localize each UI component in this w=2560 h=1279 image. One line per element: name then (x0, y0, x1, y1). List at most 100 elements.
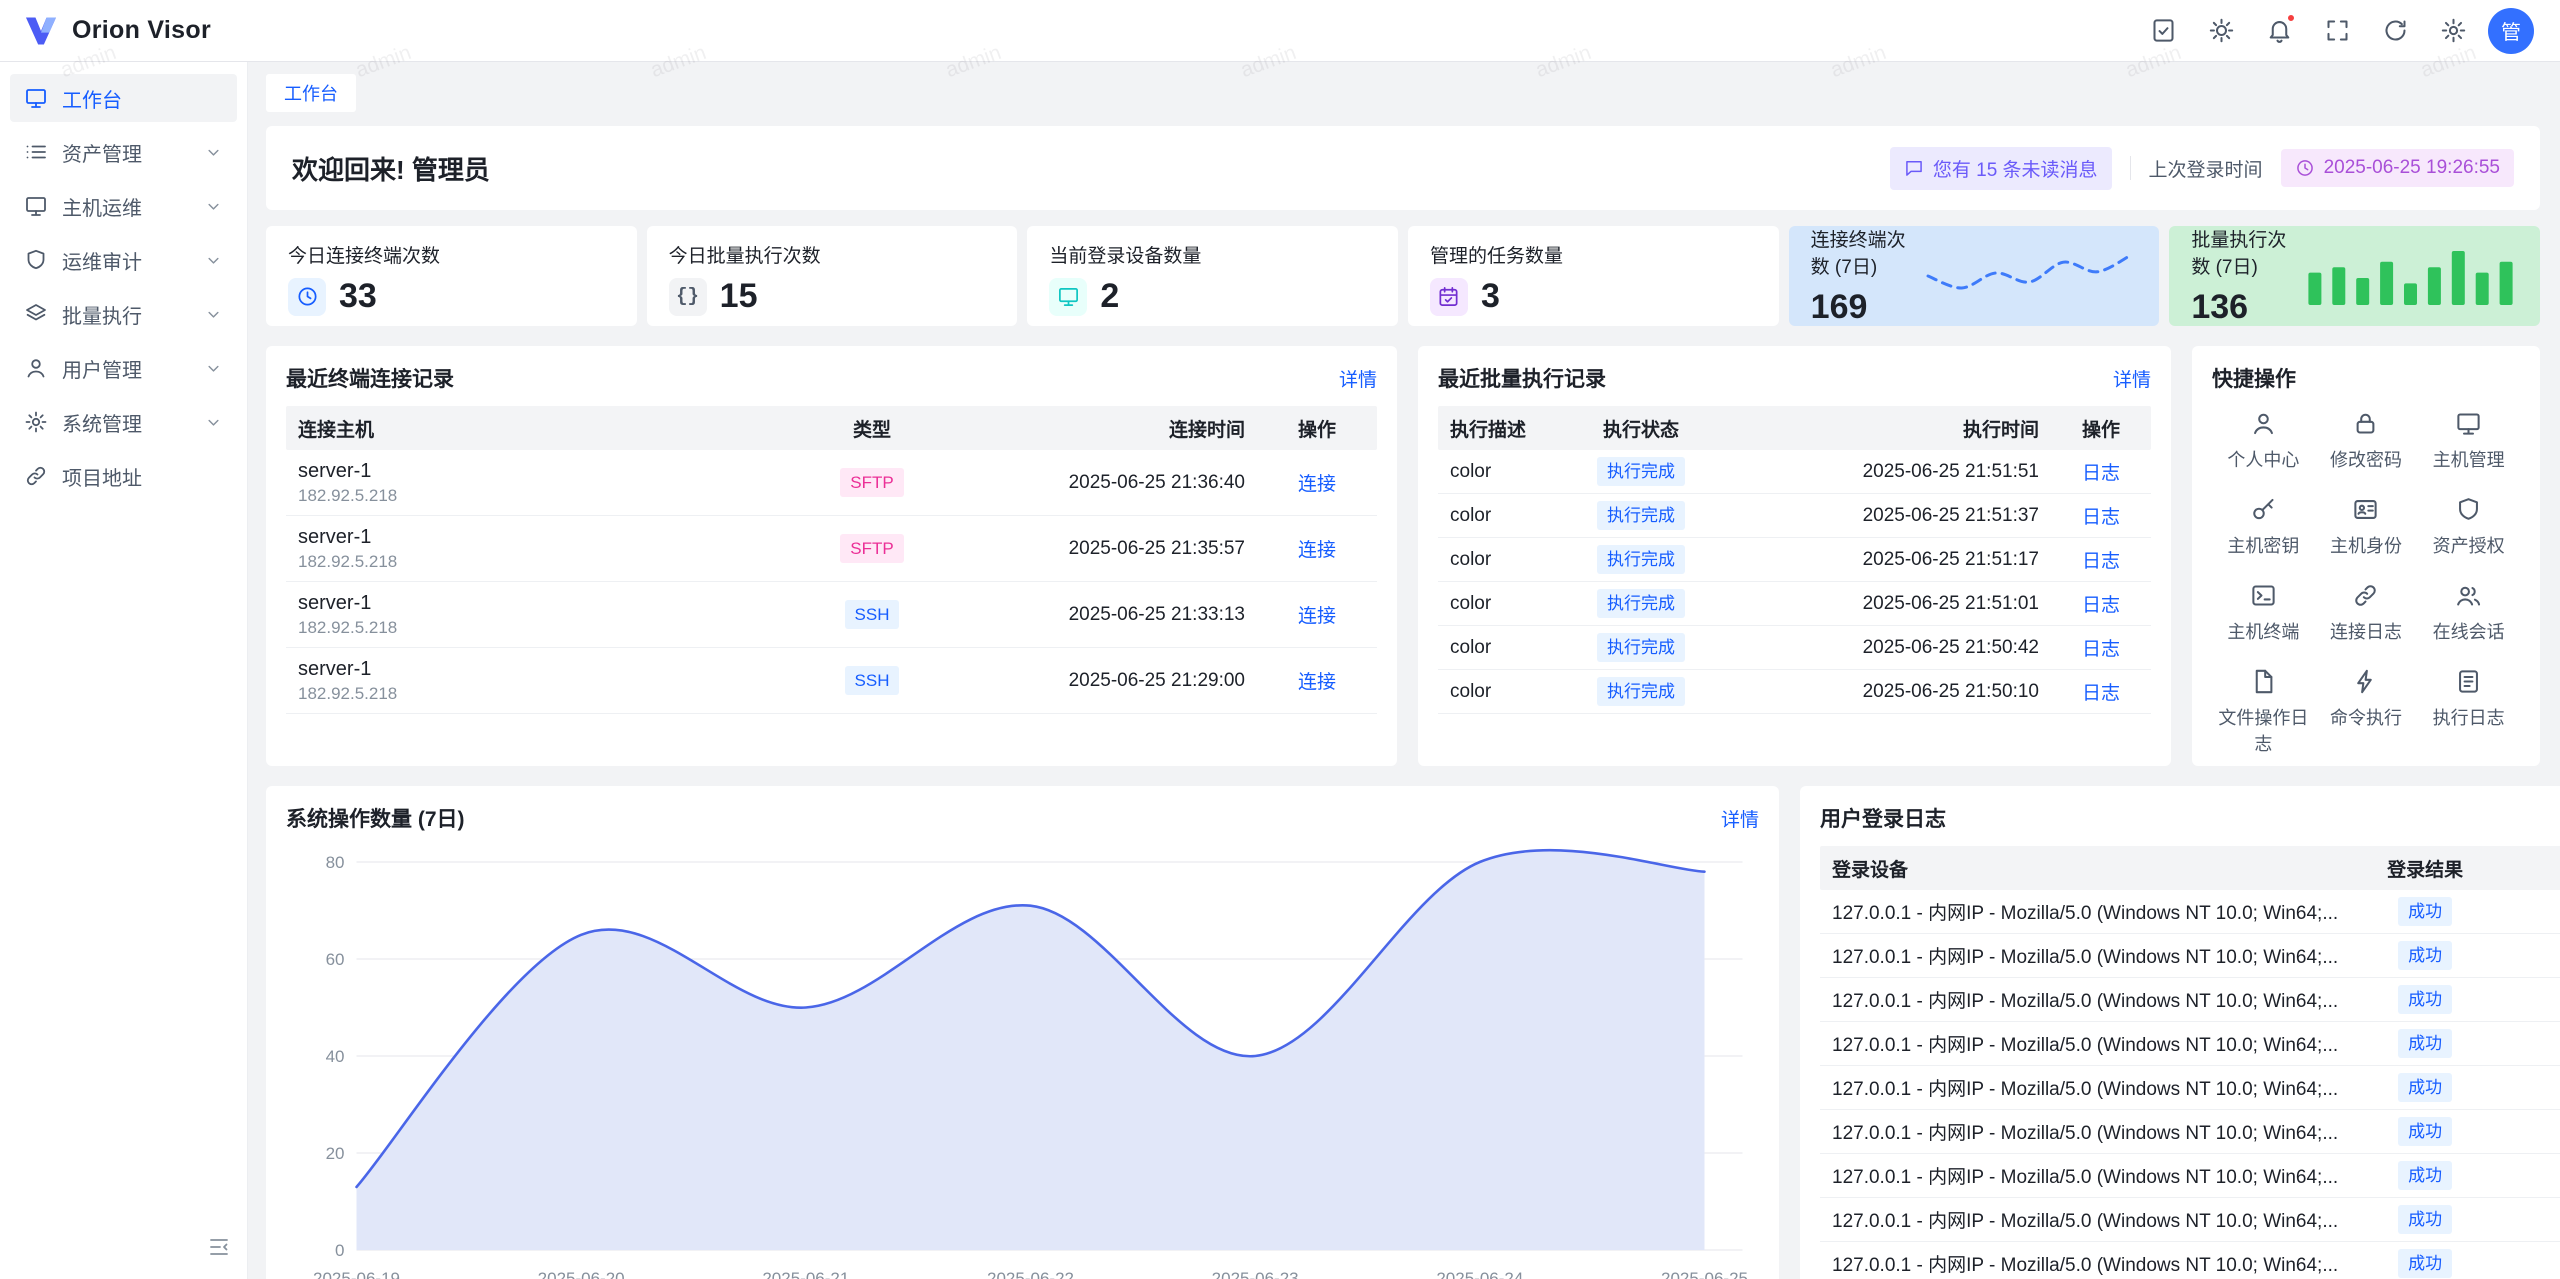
login-device: 127.0.0.1 - 内网IP - Mozilla/5.0 (Windows … (1820, 1118, 2350, 1145)
quick-action-key[interactable]: 主机密钥 (2212, 496, 2315, 558)
connect-link[interactable]: 连接 (1298, 535, 1336, 562)
breadcrumb[interactable]: 工作台 (266, 74, 356, 112)
log-link[interactable]: 日志 (2082, 502, 2120, 529)
terminal-records-detail-link[interactable]: 详情 (1339, 365, 1377, 392)
login-log-card: 用户登录日志 详情 登录设备登录结果登录时间127.0.0.1 - 内网IP -… (1800, 786, 2560, 1279)
theme-toggle-button[interactable] (2198, 8, 2244, 54)
unread-messages-badge[interactable]: 您有 15 条未读消息 (1890, 147, 2112, 190)
message-icon (1904, 158, 1924, 178)
column-header: 连接主机 (286, 415, 787, 442)
sidebar-item-ops-audit[interactable]: 运维审计 (10, 236, 237, 284)
user-avatar[interactable]: 管 (2488, 8, 2534, 54)
log-link[interactable]: 日志 (2082, 590, 2120, 617)
collapse-sidebar-button[interactable] (201, 1229, 237, 1265)
exec-status-tag: 执行完成 (1597, 677, 1685, 706)
host-ip: 182.92.5.218 (298, 618, 775, 638)
connect-link[interactable]: 连接 (1298, 601, 1336, 628)
quick-action-label: 文件操作日志 (2212, 704, 2315, 756)
log-link[interactable]: 日志 (2082, 458, 2120, 485)
sidebar-item-user-mgmt[interactable]: 用户管理 (10, 344, 237, 392)
quick-action-monitor[interactable]: 主机管理 (2417, 410, 2520, 472)
login-device: 127.0.0.1 - 内网IP - Mozilla/5.0 (Windows … (1820, 898, 2350, 925)
quick-action-terminal[interactable]: 主机终端 (2212, 582, 2315, 644)
table-row: server-1182.92.5.218SSH2025-06-25 21:33:… (286, 582, 1377, 648)
svg-text:2025-06-20: 2025-06-20 (538, 1269, 625, 1279)
log-link[interactable]: 日志 (2082, 678, 2120, 705)
login-result-tag: 成功 (2398, 1205, 2452, 1234)
quick-action-doc[interactable]: 执行日志 (2417, 668, 2520, 756)
quick-action-label: 命令执行 (2330, 704, 2402, 730)
settings-button[interactable] (2430, 8, 2476, 54)
header-actions: 管 (2140, 8, 2534, 54)
sidebar-item-host-ops[interactable]: 主机运维 (10, 182, 237, 230)
stat-label: 今日连接终端次数 (288, 241, 615, 268)
sidebar-item-workbench[interactable]: 工作台 (10, 74, 237, 122)
quick-action-file[interactable]: 文件操作日志 (2212, 668, 2315, 756)
quick-action-label: 主机身份 (2330, 532, 2402, 558)
clock-icon (296, 285, 319, 308)
login-result-tag: 成功 (2398, 941, 2452, 970)
terminal-records-table: 连接主机类型连接时间操作server-1182.92.5.218SFTP2025… (286, 406, 1377, 714)
table-row: 127.0.0.1 - 内网IP - Mozilla/5.0 (Windows … (1820, 1110, 2560, 1154)
login-result-tag: 成功 (2398, 985, 2452, 1014)
braces-icon: {} (676, 285, 699, 308)
column-header: 登录时间 (2500, 855, 2560, 882)
svg-text:2025-06-25: 2025-06-25 (1661, 1269, 1748, 1279)
refresh-button[interactable] (2372, 8, 2418, 54)
stat-label: 批量执行次数 (7日) (2191, 225, 2303, 279)
sidebar-item-batch-exec[interactable]: 批量执行 (10, 290, 237, 338)
quick-action-link[interactable]: 连接日志 (2315, 582, 2418, 644)
connect-time: 2025-06-25 21:33:13 (957, 604, 1257, 626)
sidebar-item-assets[interactable]: 资产管理 (10, 128, 237, 176)
login-time: 2025-04-03 01:36:58 (2500, 1077, 2560, 1099)
exec-time: 2025-06-25 21:51:17 (1741, 549, 2051, 571)
table-row: 127.0.0.1 - 内网IP - Mozilla/5.0 (Windows … (1820, 890, 2560, 934)
connect-link[interactable]: 连接 (1298, 469, 1336, 496)
exec-time: 2025-06-25 21:51:37 (1741, 505, 2051, 527)
quick-action-bolt[interactable]: 命令执行 (2315, 668, 2418, 756)
docs-button[interactable] (2140, 8, 2186, 54)
quick-action-label: 在线会话 (2433, 618, 2505, 644)
stat-value: 2 (1100, 277, 1119, 316)
user-icon (24, 356, 48, 380)
table-row: color执行完成2025-06-25 21:51:51日志 (1438, 450, 2151, 494)
last-login-time-badge: 2025-06-25 19:26:55 (2281, 149, 2514, 187)
dashboard-icon (24, 86, 48, 110)
log-link[interactable]: 日志 (2082, 546, 2120, 573)
connect-link[interactable]: 连接 (1298, 667, 1336, 694)
table-header-row: 执行描述执行状态执行时间操作 (1438, 406, 2151, 450)
quick-action-user[interactable]: 个人中心 (2212, 410, 2315, 472)
login-time: 2025-05-29 19:43:57 (2500, 1033, 2560, 1055)
quick-action-users[interactable]: 在线会话 (2417, 582, 2520, 644)
exec-time: 2025-06-25 21:50:42 (1741, 637, 2051, 659)
quick-action-shield[interactable]: 资产授权 (2417, 496, 2520, 558)
notifications-button[interactable] (2256, 8, 2302, 54)
shield-icon (2455, 496, 2482, 523)
quick-action-idcard[interactable]: 主机身份 (2315, 496, 2418, 558)
log-link[interactable]: 日志 (2082, 634, 2120, 661)
exec-desc: color (1438, 593, 1541, 615)
table-header-row: 连接主机类型连接时间操作 (286, 406, 1377, 450)
login-time: 2025-03-22 01:01:31 (2500, 1165, 2560, 1187)
table-row: 127.0.0.1 - 内网IP - Mozilla/5.0 (Windows … (1820, 1154, 2560, 1198)
terminal-icon (2250, 582, 2277, 609)
fullscreen-button[interactable] (2314, 8, 2360, 54)
svg-text:2025-06-24: 2025-06-24 (1436, 1269, 1523, 1279)
quick-actions-card: 快捷操作 个人中心修改密码主机管理主机密钥主机身份资产授权主机终端连接日志在线会… (2192, 346, 2540, 766)
table-row: color执行完成2025-06-25 21:50:42日志 (1438, 626, 2151, 670)
stat-label: 连接终端次数 (7日) (1811, 225, 1923, 279)
sidebar-item-project-link[interactable]: 项目地址 (10, 452, 237, 500)
sidebar-item-system-mgmt[interactable]: 系统管理 (10, 398, 237, 446)
connect-time: 2025-06-25 21:36:40 (957, 472, 1257, 494)
system-chart-detail-link[interactable]: 详情 (1721, 805, 1759, 832)
stat-value: 169 (1811, 288, 1923, 327)
column-header: 操作 (2051, 415, 2151, 442)
quick-action-lock[interactable]: 修改密码 (2315, 410, 2418, 472)
exec-time: 2025-06-25 21:51:51 (1741, 461, 2051, 483)
refresh-icon (2382, 17, 2409, 44)
lock-icon (2352, 410, 2379, 437)
doc-check-icon (2150, 17, 2177, 44)
sun-icon (2208, 17, 2235, 44)
batch-records-detail-link[interactable]: 详情 (2113, 365, 2151, 392)
table-row: color执行完成2025-06-25 21:50:10日志 (1438, 670, 2151, 714)
